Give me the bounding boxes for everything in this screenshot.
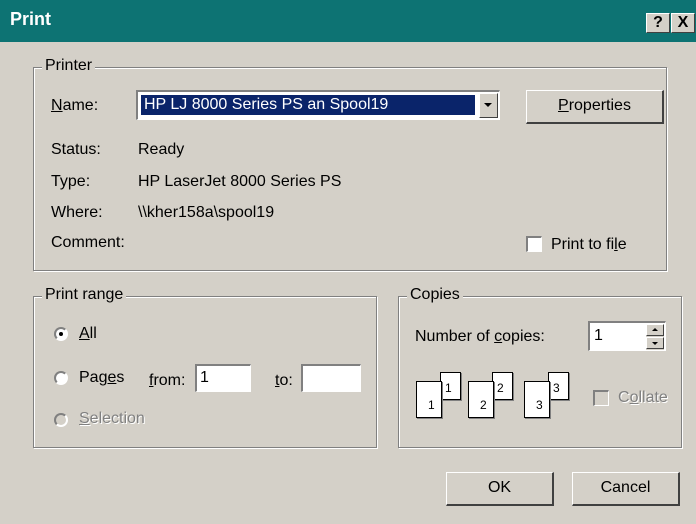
close-button[interactable]: X [671,13,695,33]
range-selection-label[interactable]: Selection [79,410,145,428]
copies-spin-up[interactable] [646,324,664,336]
to-label: to: [275,372,293,389]
copies-spinbox[interactable]: 1 [588,321,666,351]
window-title: Print [10,9,52,29]
range-all-radio[interactable] [54,327,68,341]
ok-button[interactable]: OK [446,472,554,506]
print-to-file-label[interactable]: Print to file [551,236,627,254]
copies-group-label: Copies [407,286,463,304]
collate-page-back-2: 2 [492,372,513,400]
name-label: Name: [51,97,99,114]
collate-checkbox[interactable] [593,390,609,406]
ok-button-label: OK [487,479,512,496]
range-pages-radio[interactable] [54,371,68,385]
range-all-label[interactable]: All [79,325,97,343]
collate-label[interactable]: Collate [618,389,668,407]
copies-spin-buttons[interactable] [646,324,664,350]
collate-page-back-3: 3 [548,372,569,400]
printer-group-label: Printer [42,57,96,75]
print-range-group-label: Print range [42,286,127,304]
properties-button-label: Properties [558,97,631,114]
comment-label: Comment: [51,234,125,251]
from-page-value: 1 [200,369,209,386]
to-page-input[interactable] [301,364,361,392]
help-button[interactable]: ? [646,13,670,33]
type-value: HP LaserJet 8000 Series PS [138,173,342,190]
copies-value: 1 [594,327,603,344]
title-bar[interactable]: Print ? X [0,0,696,42]
cancel-button[interactable]: Cancel [572,472,680,506]
where-label: Where: [51,204,103,221]
print-dialog: Print ? X Printer Name: HP LJ 8000 Serie… [0,0,696,524]
close-icon: X [677,14,689,31]
status-label: Status: [51,141,101,158]
dropdown-arrow-icon [484,103,492,107]
copies-spin-down[interactable] [646,337,664,349]
range-selection-radio[interactable] [54,413,68,427]
printer-name-value: HP LJ 8000 Series PS an Spool19 [141,95,475,115]
status-value: Ready [138,141,185,158]
properties-button[interactable]: Properties [526,90,664,124]
printer-name-combobox[interactable]: HP LJ 8000 Series PS an Spool19 [136,90,500,120]
print-to-file-checkbox[interactable] [526,236,542,252]
collate-page-front-1: 1 [416,381,442,418]
printer-name-dropdown-button[interactable] [479,93,498,118]
help-icon: ? [653,14,663,31]
type-label: Type: [51,173,91,190]
from-label: from: [149,372,186,389]
collate-page-front-2: 2 [468,381,494,418]
radio-selected-dot [59,332,63,336]
number-of-copies-label: Number of copies: [415,328,545,345]
collate-page-back-1: 1 [440,372,461,400]
range-pages-label[interactable]: Pages [79,369,124,387]
spin-up-icon [652,328,658,331]
spin-down-icon [652,342,658,345]
cancel-button-label: Cancel [600,479,651,496]
where-value: \\kher158a\spool19 [138,204,275,221]
collate-page-front-3: 3 [524,381,550,418]
from-page-input[interactable]: 1 [195,364,251,392]
